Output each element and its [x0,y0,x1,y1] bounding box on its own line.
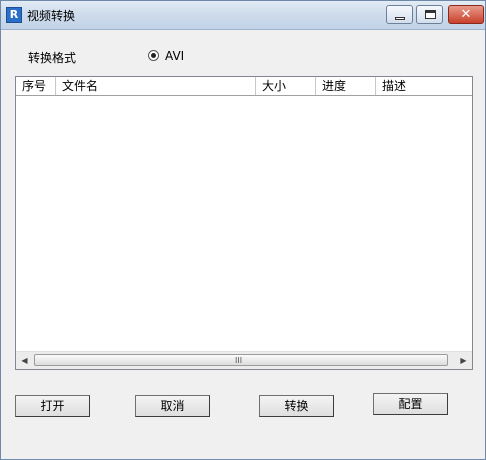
column-header-progress[interactable]: 进度 [316,77,376,95]
list-header: 序号 文件名 大小 进度 描述 [16,77,472,96]
format-radio-avi[interactable] [148,50,159,61]
title-bar[interactable]: R 视频转换 ✕ [1,1,485,30]
maximize-button[interactable] [416,5,443,24]
column-header-size[interactable]: 大小 [256,77,316,95]
config-button[interactable]: 配置 [373,393,448,415]
format-label: 转换格式 [28,51,77,65]
open-button[interactable]: 打开 [15,395,90,417]
horizontal-scrollbar[interactable]: ◀ III ▶ [16,351,472,369]
app-logo-icon: R [6,7,22,23]
main-window: R 视频转换 ✕ 转换格式 AVI 序号 文件名 大小 进度 描述 ◀ III … [0,0,486,460]
column-header-description[interactable]: 描述 [376,77,472,95]
scroll-thumb[interactable]: III [34,354,448,366]
file-list[interactable]: 序号 文件名 大小 进度 描述 ◀ III ▶ [15,76,473,370]
window-title: 视频转换 [27,9,76,23]
convert-button[interactable]: 转换 [259,395,334,417]
close-icon: ✕ [460,7,472,22]
minimize-icon [395,17,405,20]
minimize-button[interactable] [386,5,413,24]
scroll-right-icon[interactable]: ▶ [455,352,472,369]
cancel-button[interactable]: 取消 [135,395,210,417]
column-header-filename[interactable]: 文件名 [56,77,256,95]
column-header-index[interactable]: 序号 [16,77,56,95]
close-button[interactable]: ✕ [448,5,484,24]
maximize-icon [425,10,436,19]
scroll-grip: III [235,356,243,365]
scroll-left-icon[interactable]: ◀ [16,352,33,369]
format-radio-label[interactable]: AVI [165,49,184,63]
